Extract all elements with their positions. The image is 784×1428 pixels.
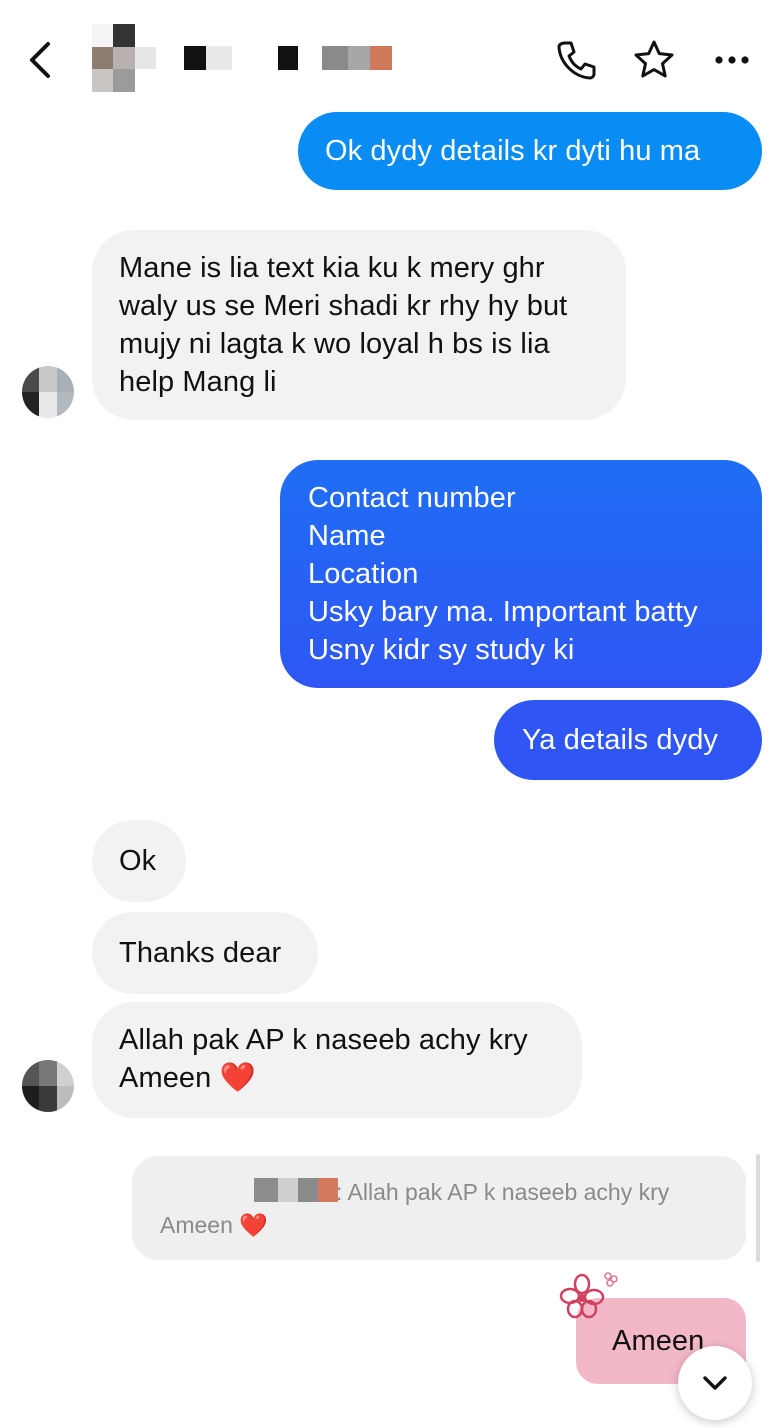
back-button[interactable] (22, 38, 62, 82)
incoming-message[interactable]: Ok (92, 820, 186, 902)
reply-text: : Allah pak AP k naseeb achy kry (336, 1179, 670, 1205)
contact-username (322, 46, 392, 70)
star-icon (634, 40, 674, 78)
contact-name-part (278, 46, 298, 70)
more-button[interactable] (710, 38, 754, 82)
sender-avatar[interactable] (22, 1060, 74, 1112)
outgoing-message[interactable]: Contact number Name Location Usky bary m… (280, 460, 762, 688)
contact-name[interactable] (184, 46, 232, 70)
reply-text-line2: Ameen ❤️ (160, 1212, 268, 1238)
incoming-message[interactable]: Mane is lia text kia ku k mery ghr waly … (92, 230, 626, 420)
chevron-down-icon (703, 1376, 727, 1390)
favorite-button[interactable] (632, 38, 676, 82)
outgoing-message[interactable]: Ok dydy details kr dyti hu ma (298, 112, 762, 190)
flower-sticker-icon (559, 1272, 618, 1319)
more-horizontal-icon (715, 56, 749, 64)
outgoing-message[interactable]: Ya details dydy (494, 700, 762, 780)
reply-indicator (756, 1154, 760, 1262)
phone-icon (557, 41, 596, 80)
incoming-message[interactable]: Thanks dear (92, 912, 318, 994)
reply-sender-blur (254, 1178, 338, 1202)
sender-avatar[interactable] (22, 366, 74, 418)
chat-header (0, 0, 784, 112)
chevron-left-icon (30, 42, 50, 78)
call-button[interactable] (554, 38, 598, 82)
reply-preview[interactable]: : Allah pak AP k naseeb achy kry Ameen ❤… (132, 1156, 746, 1260)
scroll-to-bottom-button[interactable] (678, 1346, 752, 1420)
incoming-message[interactable]: Allah pak AP k naseeb achy kry Ameen ❤️ (92, 1002, 582, 1118)
contact-avatar[interactable] (92, 24, 156, 92)
